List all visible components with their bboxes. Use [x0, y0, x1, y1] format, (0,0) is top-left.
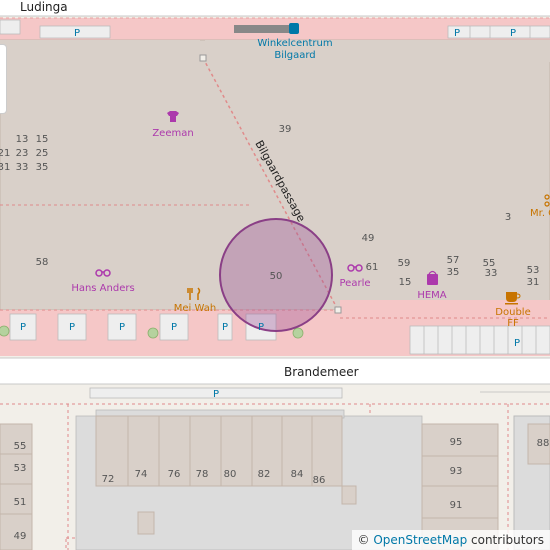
svg-text:76: 76 — [168, 469, 181, 480]
tree-icon — [0, 325, 10, 337]
zoom-control[interactable] — [0, 44, 7, 114]
svg-text:15: 15 — [36, 134, 49, 145]
parking-north-2 — [447, 25, 550, 39]
poi-label-zeeman: Zeeman — [152, 128, 193, 139]
svg-text:P: P — [213, 389, 219, 400]
svg-text:91: 91 — [450, 500, 463, 511]
svg-text:P: P — [119, 322, 125, 333]
svg-text:35: 35 — [447, 267, 460, 278]
map-attribution: © OpenStreetMap contributors — [351, 530, 550, 550]
svg-text:74: 74 — [135, 469, 148, 480]
svg-text:50: 50 — [270, 271, 283, 282]
tree-icon — [147, 327, 159, 339]
svg-text:49: 49 — [362, 233, 375, 244]
street-label-brandemeer: Brandemeer — [284, 365, 359, 379]
svg-text:P: P — [171, 322, 177, 333]
svg-text:P: P — [74, 28, 80, 39]
svg-text:39: 39 — [279, 124, 292, 135]
svg-text:21: 21 — [0, 148, 10, 159]
svg-text:57: 57 — [447, 255, 460, 266]
svg-text:31: 31 — [0, 162, 10, 173]
svg-text:86: 86 — [313, 475, 326, 486]
svg-text:P: P — [20, 322, 26, 333]
poi-label-mei-wah: Mei Wah — [174, 303, 216, 314]
svg-text:P: P — [222, 322, 228, 333]
svg-text:P: P — [514, 338, 520, 349]
svg-text:33: 33 — [16, 162, 29, 173]
svg-text:P: P — [510, 28, 516, 39]
svg-text:13: 13 — [16, 134, 29, 145]
svg-text:23: 23 — [16, 148, 29, 159]
svg-text:88: 88 — [537, 438, 550, 449]
svg-text:51: 51 — [14, 497, 27, 508]
poi-label-pearle: Pearle — [340, 278, 371, 289]
svg-text:53: 53 — [14, 463, 27, 474]
attribution-suffix: contributors — [471, 533, 544, 547]
svg-text:35: 35 — [36, 162, 49, 173]
svg-text:25: 25 — [36, 148, 49, 159]
svg-text:93: 93 — [450, 466, 463, 477]
poi-label-hema: HEMA — [417, 290, 446, 301]
svg-text:53: 53 — [527, 265, 540, 276]
svg-text:61: 61 — [366, 262, 379, 273]
poi-label-hans-anders: Hans Anders — [71, 283, 134, 294]
osm-link[interactable]: OpenStreetMap — [373, 533, 467, 547]
svg-text:49: 49 — [14, 531, 27, 542]
bus-stop-platform — [234, 25, 292, 33]
road-ludinga — [0, 0, 550, 16]
poi-label-mr-cut: Mr. C — [530, 208, 550, 219]
svg-text:80: 80 — [224, 469, 237, 480]
svg-text:P: P — [258, 322, 264, 333]
svg-text:15: 15 — [399, 277, 412, 288]
svg-text:31: 31 — [527, 277, 540, 288]
svg-text:84: 84 — [291, 469, 304, 480]
tree-icon — [292, 327, 304, 339]
svg-text:P: P — [454, 28, 460, 39]
svg-text:72: 72 — [102, 474, 115, 485]
svg-text:3: 3 — [505, 212, 511, 223]
svg-text:P: P — [69, 322, 75, 333]
svg-text:33: 33 — [485, 268, 498, 279]
svg-text:55: 55 — [14, 441, 27, 452]
street-label-ludinga: Ludinga — [20, 0, 68, 14]
road-brandemeer — [0, 358, 550, 384]
svg-text:59: 59 — [398, 258, 411, 269]
map-canvas[interactable]: Ludinga Brandemeer Bilgaardpassage Winke… — [0, 0, 550, 550]
copyright-symbol: © — [357, 533, 370, 547]
svg-text:82: 82 — [258, 469, 271, 480]
svg-text:58: 58 — [36, 257, 49, 268]
svg-text:78: 78 — [196, 469, 209, 480]
bus-stop-icon[interactable] — [289, 23, 299, 34]
svg-text:95: 95 — [450, 437, 463, 448]
